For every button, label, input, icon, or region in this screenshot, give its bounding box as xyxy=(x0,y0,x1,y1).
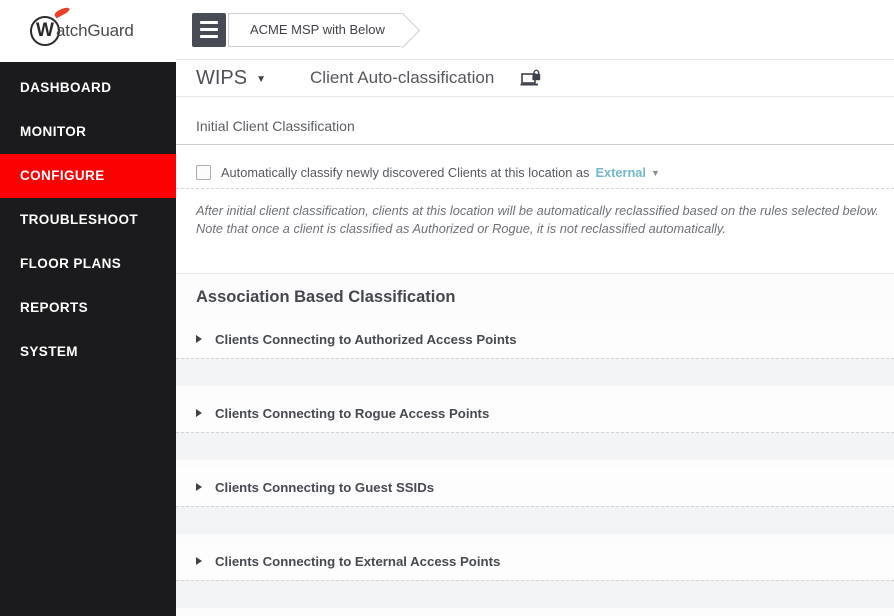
logo-area: W atchGuard xyxy=(0,0,176,62)
association-section-heading: Association Based Classification xyxy=(196,288,456,306)
rule-collapsed-panel xyxy=(176,506,894,534)
rule-label: Clients Connecting to Guest SSIDs xyxy=(215,479,435,495)
chevron-down-icon: ▼ xyxy=(256,74,267,86)
auto-classify-label: Automatically classify newly discovered … xyxy=(221,164,590,180)
module-name: WIPS xyxy=(196,66,248,89)
rule-section: Clients Connecting to External Access Po… xyxy=(176,542,894,608)
chevron-down-icon[interactable]: ▼ xyxy=(651,166,660,178)
sidebar-nav: DASHBOARD MONITOR CONFIGURE TROUBLESHOOT… xyxy=(0,62,176,616)
auto-classify-row: Automatically classify newly discovered … xyxy=(176,145,894,180)
rule-guest-ssids-header[interactable]: Clients Connecting to Guest SSIDs xyxy=(176,468,894,506)
rule-label: Clients Connecting to Authorized Access … xyxy=(215,331,517,347)
wips-module-dropdown[interactable]: WIPS ▼ xyxy=(196,67,266,90)
rule-authorized-aps-header[interactable]: Clients Connecting to Authorized Access … xyxy=(176,320,894,358)
rule-section: Clients Connecting to Authorized Access … xyxy=(176,320,894,386)
module-bar: WIPS ▼ Client Auto-classification xyxy=(176,60,894,98)
rule-label: Clients Connecting to Rogue Access Point… xyxy=(215,405,490,421)
association-classification-section: Association Based Classification Clients… xyxy=(176,273,894,616)
initial-classification-section-title: Initial Client Classification xyxy=(176,97,894,145)
sidebar-item-reports[interactable]: REPORTS xyxy=(0,286,176,330)
rule-section: Clients Connecting to Guest SSIDs xyxy=(176,468,894,534)
classification-dropdown[interactable]: External xyxy=(595,165,646,180)
menu-button[interactable] xyxy=(192,12,226,47)
rule-external-aps-header[interactable]: Clients Connecting to External Access Po… xyxy=(176,542,894,580)
rule-collapsed-panel xyxy=(176,432,894,460)
rule-rogue-aps-header[interactable]: Clients Connecting to Rogue Access Point… xyxy=(176,394,894,432)
client-lock-icon xyxy=(520,69,543,87)
auto-classify-checkbox[interactable] xyxy=(196,164,211,180)
caret-right-icon xyxy=(196,409,202,417)
page-title: Client Auto-classification xyxy=(310,68,495,88)
sidebar: W atchGuard DASHBOARD MONITOR CONFIGURE … xyxy=(0,0,176,616)
sidebar-item-dashboard[interactable]: DASHBOARD xyxy=(0,66,176,110)
main-content: ACME MSP with Below ... WIPS ▼ Client Au… xyxy=(176,0,894,616)
caret-right-icon xyxy=(196,483,202,491)
watchguard-logo: W atchGuard xyxy=(30,5,134,46)
app-window: W atchGuard DASHBOARD MONITOR CONFIGURE … xyxy=(0,0,894,616)
rule-collapsed-panel xyxy=(176,358,894,386)
breadcrumb[interactable]: ACME MSP with Below ... xyxy=(228,12,404,47)
reclassification-note: After initial client classification, cli… xyxy=(176,187,894,273)
top-bar: ACME MSP with Below ... xyxy=(176,0,894,61)
sidebar-item-monitor[interactable]: MONITOR xyxy=(0,110,176,154)
rule-collapsed-panel xyxy=(176,580,894,608)
logo-red-swoosh-icon xyxy=(53,5,71,19)
note-line-2: Note that once a client is classified as… xyxy=(196,221,726,237)
hamburger-icon xyxy=(200,28,218,32)
sidebar-item-troubleshoot[interactable]: TROUBLESHOOT xyxy=(0,198,176,242)
note-line-1: After initial client classification, cli… xyxy=(196,202,879,218)
hamburger-icon xyxy=(200,21,218,25)
caret-right-icon xyxy=(196,335,202,343)
caret-right-icon xyxy=(196,557,202,565)
logo-text: atchGuard xyxy=(56,21,134,40)
rule-label: Clients Connecting to External Access Po… xyxy=(215,553,501,569)
sidebar-item-configure[interactable]: CONFIGURE xyxy=(0,154,176,198)
hamburger-icon xyxy=(200,35,218,39)
sidebar-item-floor-plans[interactable]: FLOOR PLANS xyxy=(0,242,176,286)
rule-section: Clients Connecting to Rogue Access Point… xyxy=(176,394,894,460)
sidebar-item-system[interactable]: SYSTEM xyxy=(0,330,176,374)
